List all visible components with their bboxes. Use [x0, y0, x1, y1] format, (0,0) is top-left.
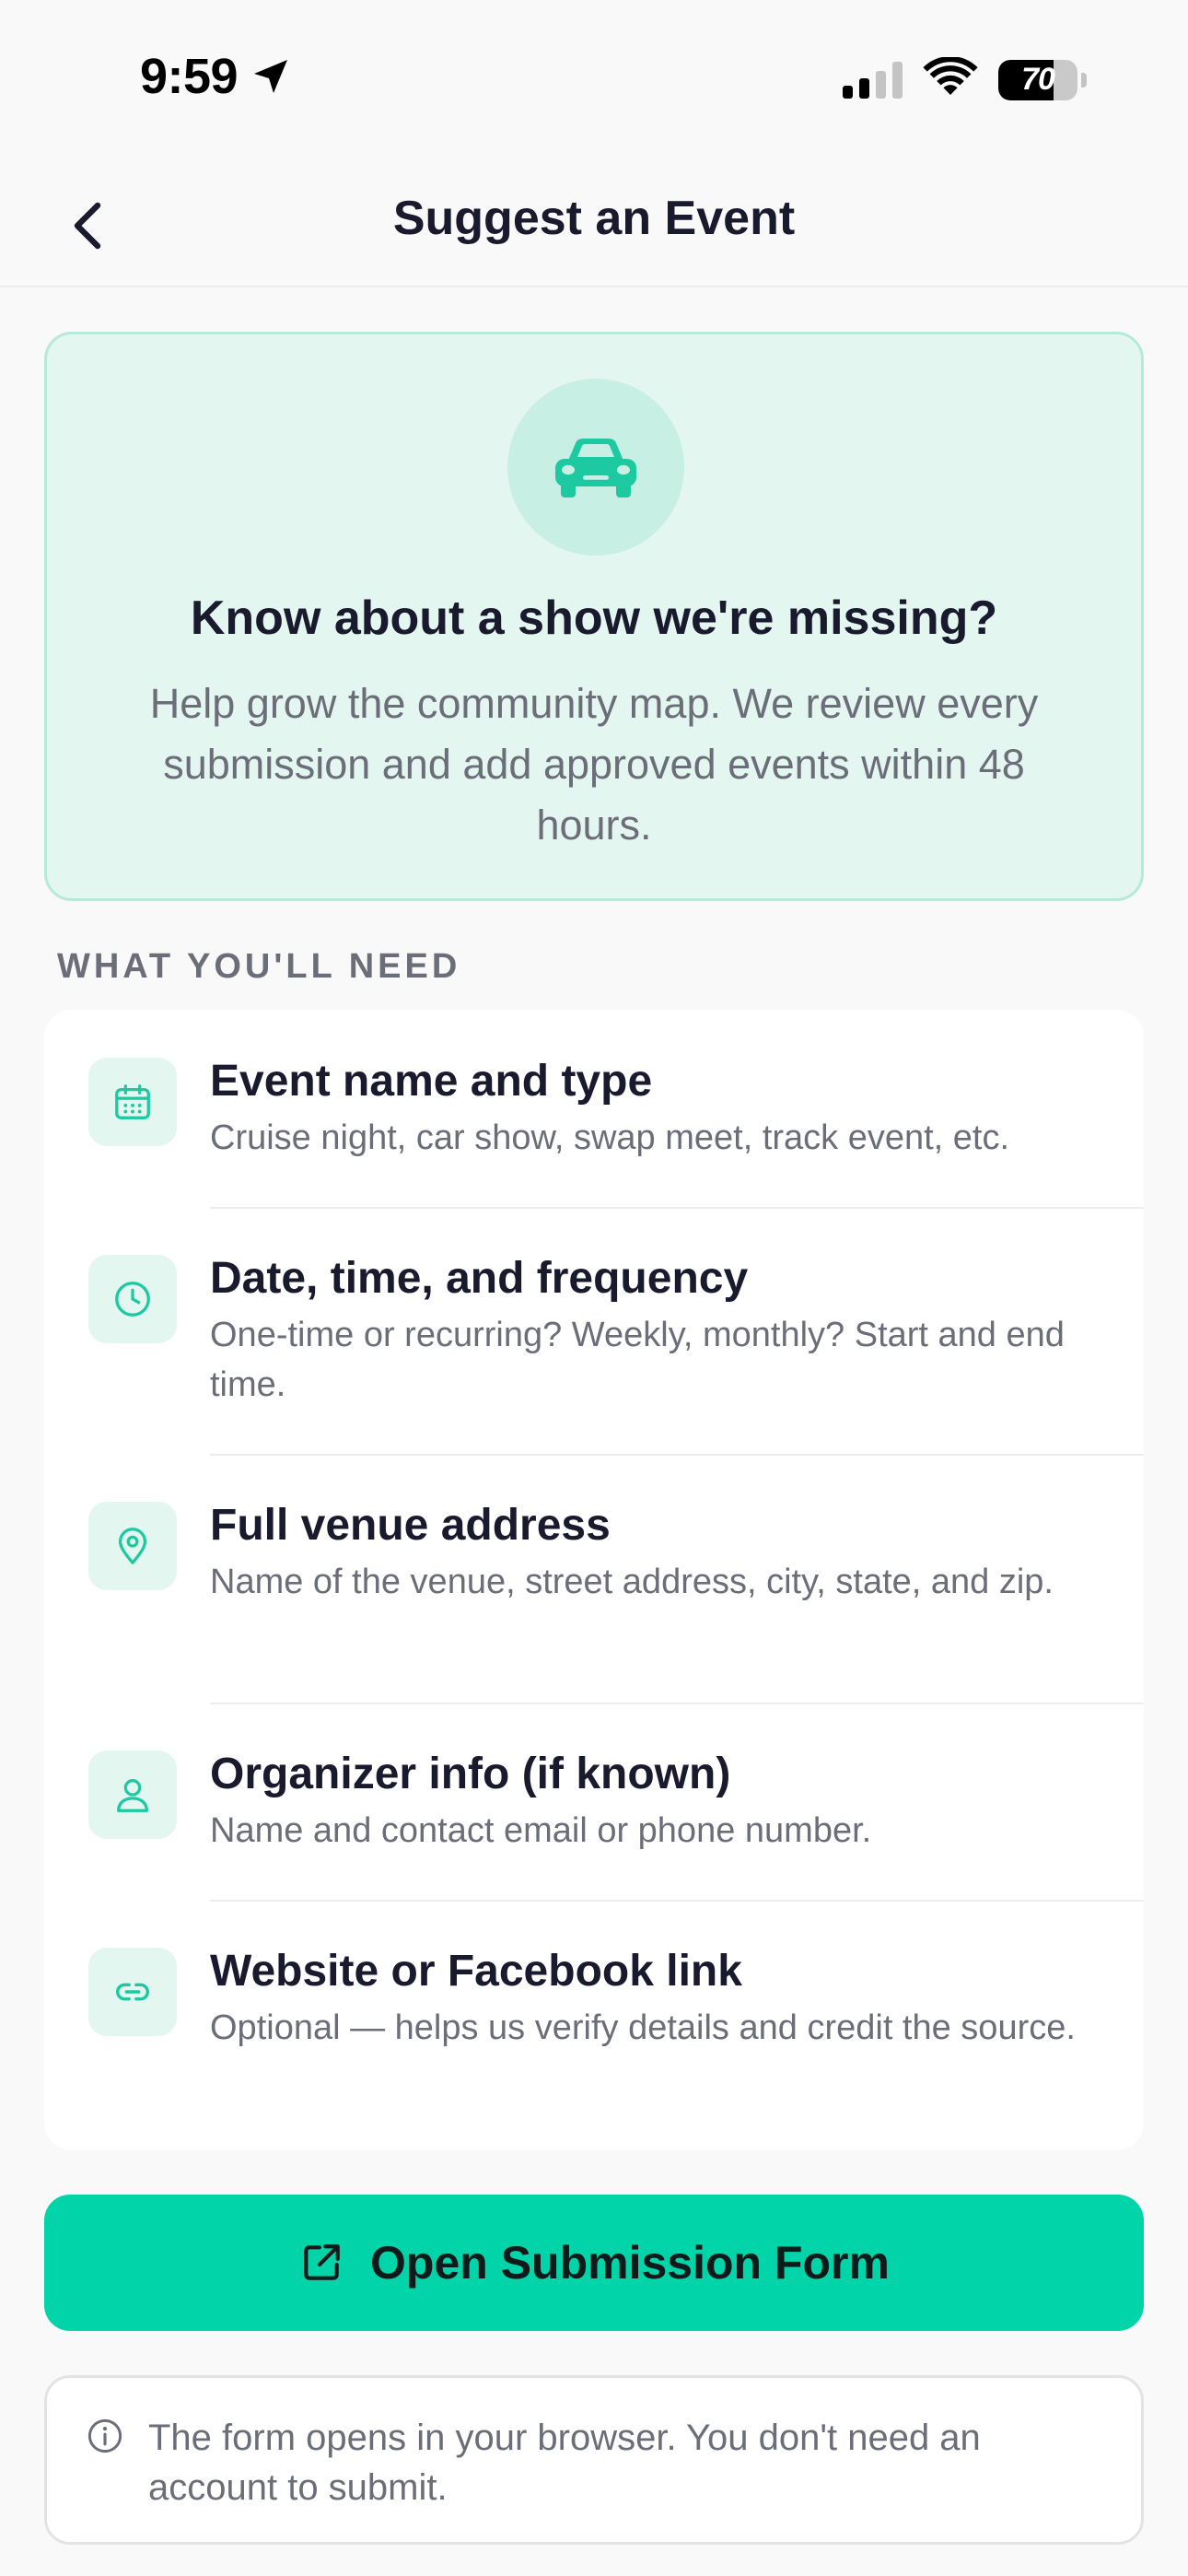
open-submission-form-button[interactable]: Open Submission Form — [44, 2195, 1144, 2331]
link-icon — [116, 1983, 149, 2001]
status-indicators: 70 — [843, 55, 1087, 102]
requirements-list: Event name and type Cruise night, car sh… — [44, 1010, 1144, 2150]
status-time-group: 9:59 — [140, 48, 293, 105]
navigation-bar: Suggest an Event — [0, 161, 1188, 287]
icon-box — [88, 1058, 177, 1146]
item-title: Event name and type — [210, 1057, 653, 1106]
icon-box — [88, 1255, 177, 1343]
suggest-event-screen: 9:59 70 Suggest an Event Know about a sh… — [0, 0, 1188, 2576]
icon-box — [88, 1502, 177, 1590]
page-title: Suggest an Event — [392, 192, 796, 245]
item-title: Website or Facebook link — [210, 1947, 742, 1996]
list-item-event-name: Event name and type Cruise night, car sh… — [44, 1010, 1144, 1207]
icon-box — [88, 1948, 177, 2036]
item-description: Cruise night, car show, swap meet, track… — [210, 1118, 1010, 1157]
battery-percent: 70 — [1021, 62, 1055, 97]
list-item-organizer: Organizer info (if known) Name and conta… — [44, 1704, 1144, 1900]
hero-card: Know about a show we're missing? Help gr… — [44, 332, 1144, 901]
battery-tip — [1081, 72, 1087, 88]
icon-box — [88, 1751, 177, 1839]
status-bar: 9:59 70 — [0, 0, 1188, 161]
location-pin-icon — [118, 1528, 147, 1564]
person-icon — [117, 1779, 148, 1812]
list-item-venue-address: Full venue address Name of the venue, st… — [44, 1456, 1144, 1703]
list-item-date-time: Date, time, and frequency One-time or re… — [44, 1209, 1144, 1454]
section-header: WHAT YOU'LL NEED — [57, 947, 461, 986]
info-icon — [87, 2418, 122, 2453]
cellular-signal-icon — [843, 61, 903, 99]
item-description: One-time or recurring? Weekly, monthly? … — [210, 1316, 1065, 1404]
item-title: Full venue address — [210, 1501, 611, 1550]
item-description: Name and contact email or phone number. — [210, 1811, 872, 1850]
list-item-website-link: Website or Facebook link Optional — help… — [44, 1902, 1144, 2150]
car-icon — [555, 439, 636, 498]
battery-icon: 70 — [998, 59, 1077, 100]
item-description: Optional — helps us verify details and c… — [210, 2008, 1076, 2047]
cta-label: Open Submission Form — [370, 2237, 890, 2289]
wifi-icon — [923, 55, 978, 102]
status-time: 9:59 — [140, 49, 239, 104]
calendar-icon — [115, 1084, 150, 1119]
item-title: Organizer info (if known) — [210, 1750, 731, 1798]
hero-icon-circle — [507, 379, 684, 556]
clock-icon — [115, 1282, 150, 1317]
info-note: The form opens in your browser. You don'… — [44, 2375, 1144, 2545]
item-title: Date, time, and frequency — [210, 1254, 749, 1303]
location-arrow-icon — [254, 60, 288, 93]
hero-description: Help grow the community map. We review e… — [149, 680, 1039, 849]
item-description: Name of the venue, street address, city,… — [210, 1563, 1054, 1601]
hero-title: Know about a show we're missing? — [190, 591, 998, 645]
info-note-text: The form opens in your browser. You don'… — [148, 2418, 981, 2508]
external-link-icon — [304, 2244, 340, 2280]
